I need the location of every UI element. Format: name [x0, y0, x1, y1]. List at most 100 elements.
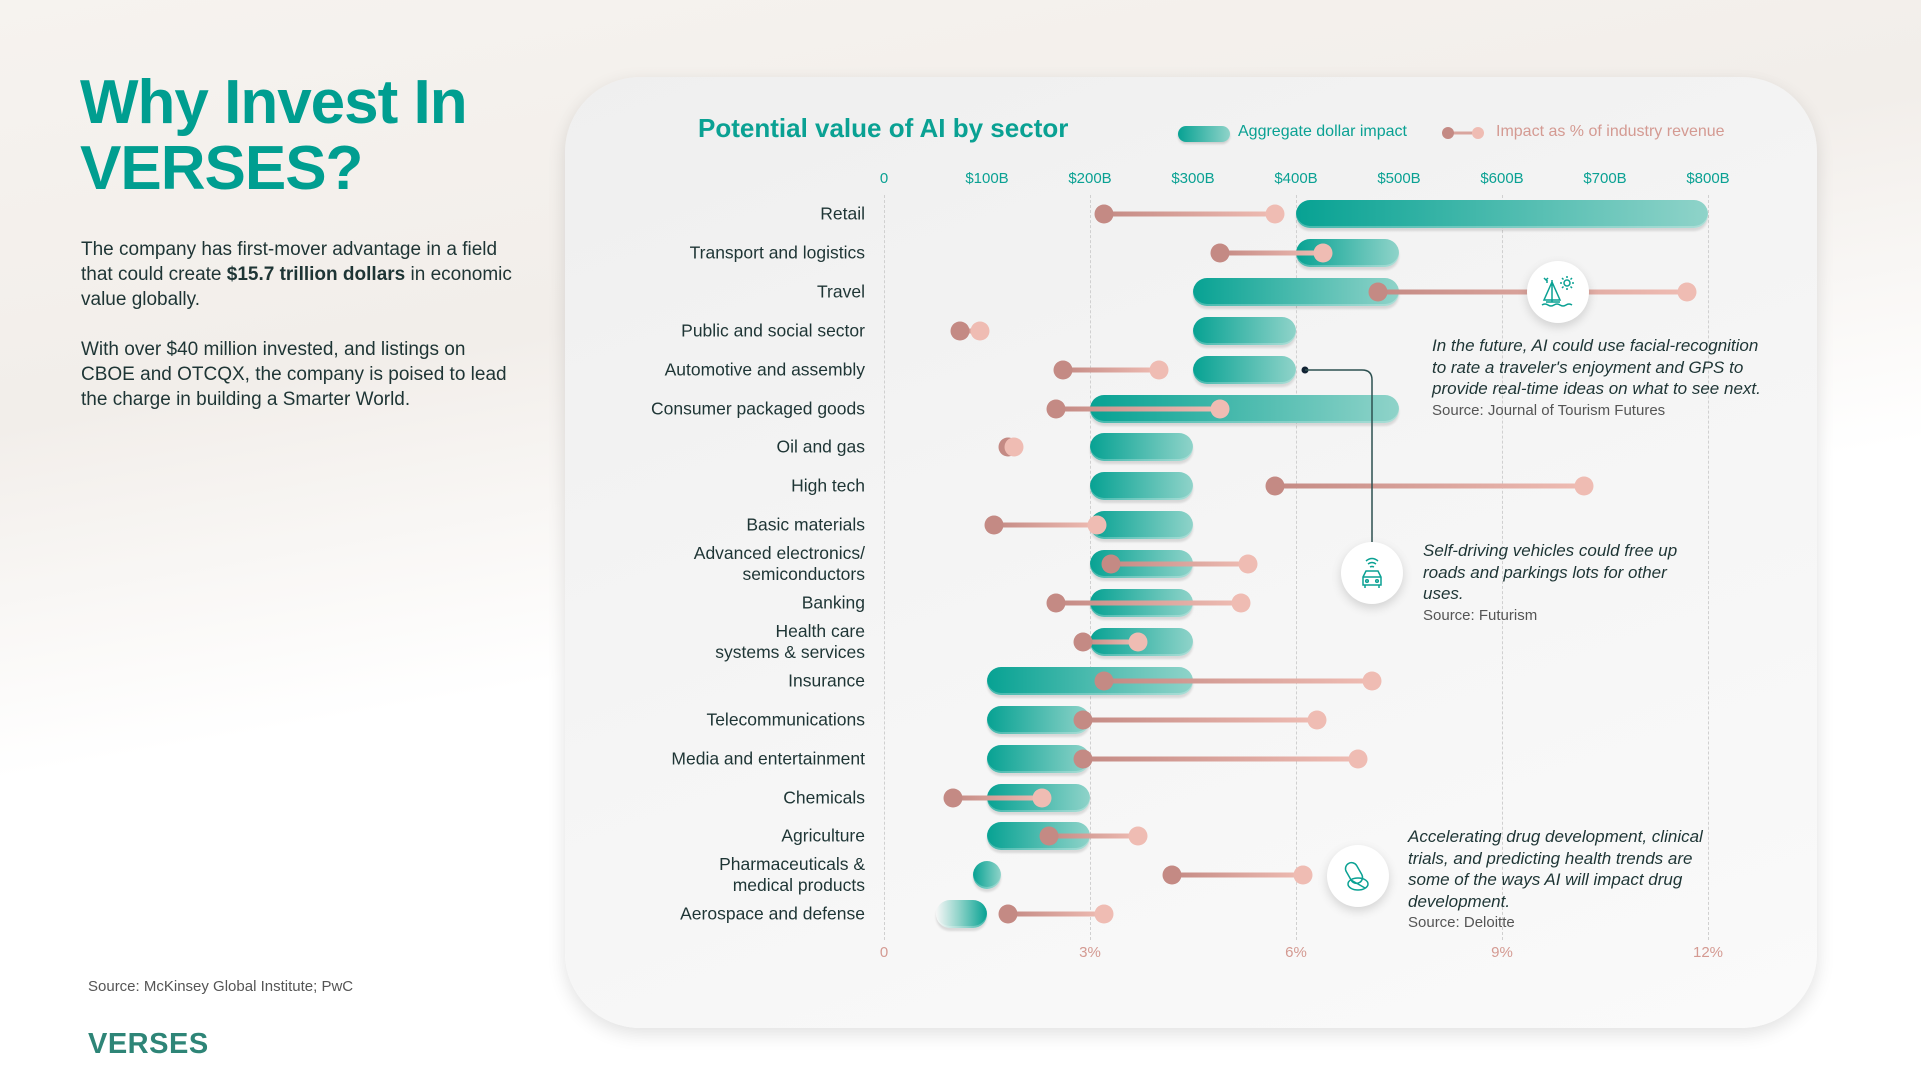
percent-high-dot — [1574, 476, 1594, 496]
category-label: Transport and logistics — [689, 242, 865, 263]
percent-low-dot — [1073, 749, 1093, 769]
percent-low-dot — [943, 788, 963, 807]
category-label: Telecommunications — [706, 709, 865, 730]
percent-range-line — [952, 795, 1042, 800]
top-axis-tick: $300B — [1171, 170, 1215, 187]
category-label: Public and social sector — [681, 320, 865, 341]
top-axis-tick: 0 — [879, 170, 889, 187]
percent-low-dot — [1046, 593, 1066, 613]
percent-high-dot — [1238, 554, 1258, 574]
bottom-axis-tick: 0 — [879, 944, 889, 961]
chart-title: Potential value of AI by sector — [698, 113, 1069, 143]
travel-annotation: In the future, AI could use facial-recog… — [1432, 335, 1762, 421]
percent-low-dot — [1073, 632, 1093, 652]
dollar-bar — [935, 900, 987, 929]
percent-range-line — [1048, 833, 1139, 839]
percent-high-dot — [1087, 515, 1107, 535]
percent-high-dot — [1128, 632, 1148, 652]
category-label: Chemicals — [783, 787, 865, 807]
annotation-text: Accelerating drug development, clinical … — [1408, 827, 1703, 911]
annotation-source: Source: Journal of Tourism Futures — [1432, 401, 1666, 419]
pharma-annotation: Accelerating drug development, clinical … — [1408, 826, 1718, 934]
percent-high-dot — [1032, 788, 1052, 807]
category-label: Automotive and assembly — [664, 359, 865, 380]
category-label: High tech — [791, 475, 865, 496]
percent-low-dot — [1053, 360, 1073, 380]
category-label: Consumer packaged goods — [650, 398, 865, 418]
category-label: Advanced electronics/semiconductors — [693, 543, 865, 585]
legend-bar-swatch — [1178, 126, 1230, 142]
top-axis-tick: $500B — [1377, 170, 1421, 187]
percent-range-line — [1103, 211, 1276, 217]
percent-range-line — [1083, 717, 1317, 723]
percent-high-dot — [1094, 904, 1114, 924]
percent-high-dot — [1362, 671, 1382, 691]
dollar-bar — [973, 861, 1001, 890]
dollar-bar — [1296, 200, 1708, 228]
annotation-source: Source: Deloitte — [1408, 914, 1515, 931]
pill-icon — [1327, 845, 1389, 907]
annotation-connector — [1301, 366, 1373, 545]
intro-paragraph: The company has first-mover advantage in… — [81, 237, 521, 312]
percent-range-line — [1055, 600, 1242, 606]
percent-high-dot — [1210, 399, 1230, 418]
annotation-text: In the future, AI could use facial-recog… — [1432, 336, 1761, 398]
percent-high-dot — [1004, 437, 1024, 457]
dollar-bar — [1193, 316, 1296, 345]
annotation-source: Source: Futurism — [1423, 606, 1538, 624]
percent-low-dot — [1046, 399, 1066, 418]
top-axis-tick: $100B — [965, 170, 1009, 187]
percent-low-dot — [1368, 282, 1388, 302]
category-label: Agriculture — [781, 825, 865, 846]
annotation-text: Self-driving vehicles could free up road… — [1423, 541, 1678, 603]
top-axis-tick: $700B — [1583, 170, 1627, 187]
investment-paragraph: With over $40 million invested, and list… — [81, 339, 507, 410]
percent-high-dot — [1265, 204, 1285, 224]
percent-high-dot — [1128, 826, 1148, 846]
top-axis-tick: $600B — [1480, 170, 1524, 187]
page-title: Why Invest In VERSES? — [80, 70, 468, 203]
legend-bar-label: Aggregate dollar impact — [1238, 123, 1407, 140]
top-axis-tick: $200B — [1068, 170, 1112, 187]
self-driving-car-icon — [1341, 542, 1403, 604]
top-axis-tick: $800B — [1686, 170, 1730, 187]
percent-low-dot — [1073, 710, 1093, 730]
top-axis-tick: $400B — [1274, 170, 1318, 187]
grid-line — [1296, 195, 1297, 940]
category-label: Media and entertainment — [671, 748, 865, 769]
percent-high-dot — [1149, 360, 1169, 380]
percent-high-dot — [1293, 865, 1313, 885]
category-label: Oil and gas — [776, 436, 865, 457]
percent-low-dot — [984, 515, 1004, 535]
category-label: Pharmaceuticals & medical products — [719, 854, 865, 896]
percent-low-dot — [1210, 243, 1230, 263]
dollar-bar — [1090, 472, 1193, 501]
bottom-axis-tick: 9% — [1491, 944, 1513, 961]
para-highlight: $15.7 trillion dollars — [226, 264, 406, 285]
percent-low-dot — [1265, 476, 1285, 496]
category-label: Insurance — [788, 670, 865, 691]
percent-range-line — [1103, 678, 1372, 684]
percent-high-dot — [1307, 710, 1327, 730]
title-line-2: VERSES? — [80, 134, 363, 203]
percent-range-line — [1172, 872, 1303, 878]
percent-high-dot — [970, 321, 990, 341]
percent-high-dot — [1231, 593, 1251, 613]
bottom-axis-tick: 12% — [1692, 944, 1724, 961]
percent-low-dot — [1094, 671, 1114, 691]
percent-range-line — [1007, 911, 1104, 917]
category-label: Banking — [801, 592, 865, 613]
percent-low-dot — [1094, 204, 1114, 224]
category-label: Health care systems & services — [715, 620, 865, 662]
percent-range-line — [1062, 367, 1159, 373]
category-label: Aerospace and defense — [680, 903, 865, 924]
percent-range-line — [1110, 561, 1248, 567]
percent-low-dot — [1039, 826, 1059, 846]
category-label: Basic materials — [746, 514, 865, 535]
legend-dot-swatch — [1442, 127, 1484, 139]
percent-high-dot — [1348, 749, 1368, 769]
grid-line — [884, 195, 885, 940]
bottom-axis-tick: 6% — [1285, 944, 1307, 961]
percent-range-line — [993, 522, 1097, 528]
percent-range-line — [1220, 250, 1324, 256]
